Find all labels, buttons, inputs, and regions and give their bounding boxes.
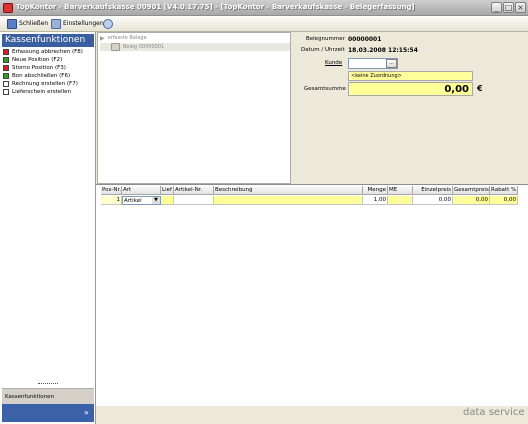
sidebar-footer-tab[interactable]: Kassenfunktionen xyxy=(2,388,94,404)
col-header-art[interactable]: Art xyxy=(122,186,161,195)
add-icon xyxy=(3,57,9,63)
chevron-down-icon[interactable]: » xyxy=(84,408,89,417)
sidebar-item-label: Lieferschein erstellen xyxy=(12,89,72,95)
col-header-artikelnr[interactable]: Artikel-Nr. xyxy=(174,186,214,195)
close-button-label: Schließen xyxy=(19,20,49,27)
brand-watermark: data service xyxy=(463,407,525,418)
col-header-rabatt[interactable]: Rabatt % xyxy=(490,186,518,195)
sidebar-item-create-delivery-note[interactable]: Lieferschein erstellen xyxy=(3,88,71,96)
datum-label: Datum / Uhrzeit xyxy=(301,47,345,53)
receipt-tree: ▶ erfasste Belege Beleg 00000001 xyxy=(97,32,291,184)
sidebar-item-cancel-entry[interactable]: Erfassung abbrechen (F8) xyxy=(3,48,83,56)
sidebar-item-label: Storno Position (F3) xyxy=(12,65,66,71)
sidebar-item-label: Rechnung erstellen (F7) xyxy=(12,81,78,87)
total-amount-field: 0,00 xyxy=(348,82,473,96)
confirm-icon xyxy=(3,73,9,79)
belegnummer-value: 00000001 xyxy=(348,36,382,43)
cell-me[interactable] xyxy=(388,196,413,205)
cell-lief[interactable] xyxy=(161,196,174,205)
cell-art-value: Artikel xyxy=(124,198,142,204)
col-header-posnr[interactable]: Pos-Nr. xyxy=(101,186,122,195)
cell-einzelpreis[interactable]: 0,00 xyxy=(413,196,453,205)
cell-beschreibung[interactable] xyxy=(214,196,363,205)
col-header-menge[interactable]: Menge xyxy=(363,186,388,195)
sidebar: Kassenfunktionen Erfassung abbrechen (F8… xyxy=(0,32,96,424)
settings-button-label: Einstellungen xyxy=(63,20,104,27)
col-header-beschreibung[interactable]: Beschreibung xyxy=(214,186,363,195)
col-header-einzelpreis[interactable]: Einzelpreis xyxy=(413,186,453,195)
stop-icon xyxy=(3,49,9,55)
settings-button[interactable]: Einstellungen xyxy=(48,17,107,30)
minimize-button[interactable]: _ xyxy=(491,2,502,13)
invoice-icon xyxy=(3,81,9,87)
app-icon xyxy=(3,3,13,13)
tree-node-selected[interactable]: Beleg 00000001 xyxy=(100,43,290,51)
cell-art-select[interactable]: Artikel ▼ xyxy=(122,196,161,205)
customer-lookup-button[interactable]: ... xyxy=(386,59,397,68)
sidebar-item-new-position[interactable]: Neue Position (F2) xyxy=(3,56,62,64)
tree-expand-icon[interactable]: ▶ xyxy=(100,35,105,42)
window-title: TopKontor - Barverkaufskasse 00901 [V4.0… xyxy=(16,3,415,11)
sidebar-item-close-receipt[interactable]: Bon abschließen (F6) xyxy=(3,72,70,80)
sidebar-item-create-invoice[interactable]: Rechnung erstellen (F7) xyxy=(3,80,78,88)
col-header-lief[interactable]: Lief xyxy=(161,186,174,195)
receipt-header-panel: Belegnummer 00000001 Datum / Uhrzeit 18.… xyxy=(292,32,528,184)
settings-icon xyxy=(51,18,61,29)
title-bar: TopKontor - Barverkaufskasse 00901 [V4.0… xyxy=(0,0,528,16)
cell-posnr[interactable]: 1 xyxy=(101,196,122,205)
sidebar-bottom-bar xyxy=(2,404,94,422)
sidebar-item-storno-position[interactable]: Storno Position (F3) xyxy=(3,64,66,72)
maximize-button[interactable]: □ xyxy=(503,2,514,13)
kunde-label: Kunde xyxy=(325,60,343,66)
sidebar-header: Kassenfunktionen xyxy=(2,34,94,47)
sidebar-item-label: Bon abschließen (F6) xyxy=(12,73,71,79)
tree-node-label: erfasste Belege xyxy=(107,35,147,41)
toolbar: Schließen Einstellungen xyxy=(0,16,528,32)
splitter-grip[interactable] xyxy=(38,383,58,385)
door-icon xyxy=(7,18,17,29)
gesamtsumme-label: Gesamtsumme xyxy=(304,86,346,92)
sidebar-item-label: Erfassung abbrechen (F8) xyxy=(12,49,83,55)
close-window-button[interactable]: × xyxy=(515,2,526,13)
tree-node-label: Beleg 00000001 xyxy=(123,44,165,50)
cell-rabatt[interactable]: 0,00 xyxy=(490,196,518,205)
tree-node-root[interactable]: ▶ erfasste Belege xyxy=(100,34,147,42)
close-button[interactable]: Schließen xyxy=(4,17,51,30)
col-header-gesamtpreis[interactable]: Gesamtpreis xyxy=(453,186,490,195)
refresh-button[interactable] xyxy=(100,17,116,30)
belegnummer-label: Belegnummer xyxy=(306,36,345,42)
assignment-field: <keine Zuordnung> xyxy=(348,71,473,81)
cell-gesamtpreis: 0,00 xyxy=(453,196,490,205)
positions-table: Pos-Nr. Art Lief Artikel-Nr. Beschreibun… xyxy=(96,184,528,406)
col-header-me[interactable]: ME xyxy=(388,186,413,195)
cancel-icon xyxy=(3,65,9,71)
sidebar-item-label: Neue Position (F2) xyxy=(12,57,63,63)
currency-symbol: € xyxy=(477,84,483,93)
refresh-icon xyxy=(103,18,113,29)
datum-value: 18.03.2008 12:15:54 xyxy=(348,47,418,54)
dropdown-arrow-icon[interactable]: ▼ xyxy=(152,197,160,204)
receipt-icon xyxy=(111,43,120,51)
cell-menge[interactable]: 1,00 xyxy=(363,196,388,205)
cell-artikelnr[interactable] xyxy=(174,196,214,205)
delivery-note-icon xyxy=(3,89,9,95)
